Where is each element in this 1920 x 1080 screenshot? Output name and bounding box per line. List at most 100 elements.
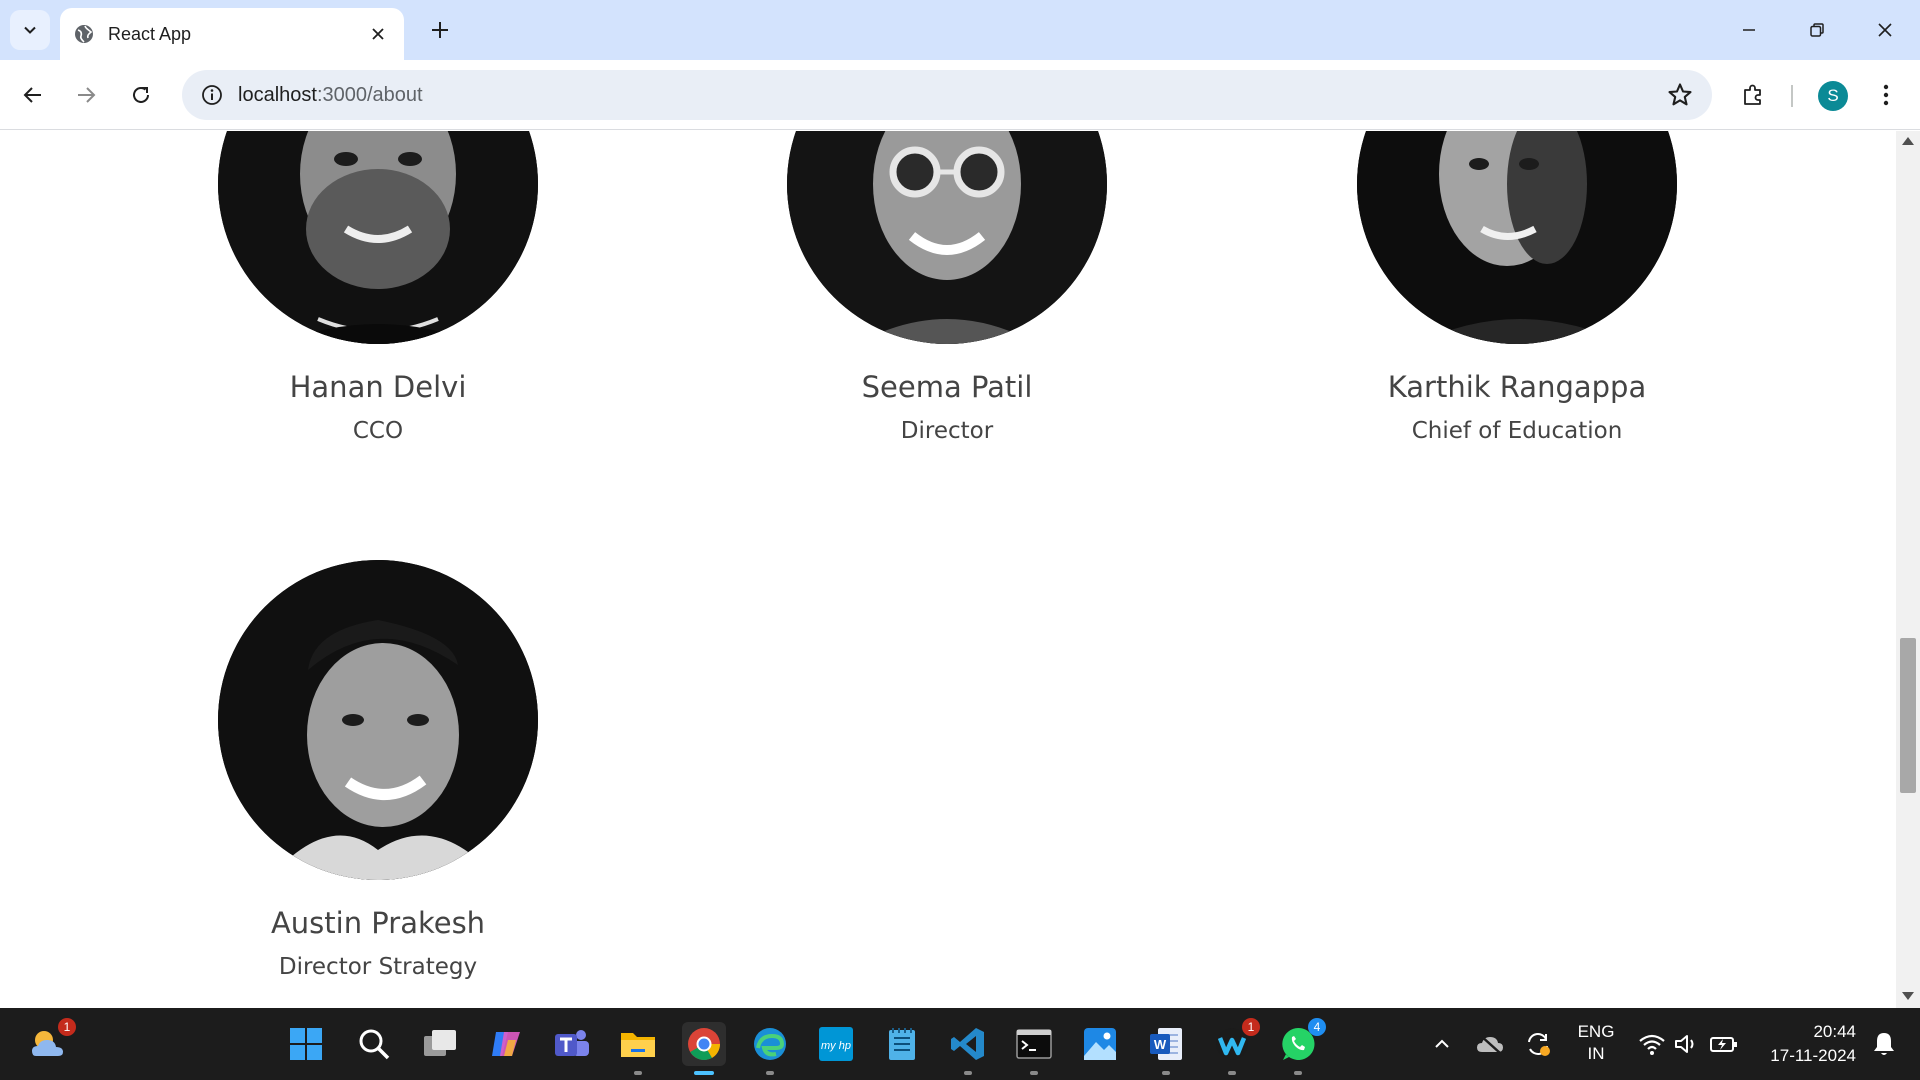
chevron-up-icon xyxy=(1435,1039,1449,1048)
running-indicator xyxy=(766,1071,774,1075)
globe-icon xyxy=(75,25,93,43)
arrow-left-icon xyxy=(23,87,41,103)
taskbar-app-edge[interactable] xyxy=(748,1022,792,1075)
page-scrollbar[interactable] xyxy=(1896,131,1920,1008)
member-name: Austin Prakesh xyxy=(270,906,486,940)
star-icon[interactable] xyxy=(1666,81,1694,109)
cloud-offline-icon xyxy=(1477,1034,1503,1054)
scrollbar-thumb[interactable] xyxy=(1900,638,1916,793)
start-button[interactable] xyxy=(284,1022,328,1066)
extensions-button[interactable] xyxy=(1735,77,1771,113)
scroll-down-arrow-icon[interactable] xyxy=(1902,992,1914,1000)
minimize-icon xyxy=(1743,29,1755,31)
restore-icon xyxy=(1810,23,1824,37)
browser-toolbar: localhost:3000/about S xyxy=(0,60,1920,130)
edge-icon xyxy=(754,1028,786,1060)
terminal-icon xyxy=(1016,1029,1052,1059)
forward-button[interactable] xyxy=(68,77,104,113)
url-path: :3000/about xyxy=(316,83,423,106)
battery-tray-icon[interactable] xyxy=(1702,1022,1746,1066)
onedrive-tray-icon[interactable] xyxy=(1468,1022,1512,1066)
taskbar-app-photos[interactable] xyxy=(1078,1022,1122,1066)
taskbar-app-notepad[interactable] xyxy=(880,1022,924,1066)
member-role: Chief of Education xyxy=(1411,418,1623,444)
member-role: Director xyxy=(900,418,994,444)
sync-tray-icon[interactable] xyxy=(1516,1022,1560,1066)
member-name: Seema Patil xyxy=(861,370,1033,404)
team-member-card: Austin Prakesh Director Strategy xyxy=(178,560,578,980)
reload-button[interactable] xyxy=(123,77,159,113)
browser-menu-button[interactable] xyxy=(1868,77,1904,113)
sync-icon xyxy=(1528,1033,1550,1056)
wifi-icon xyxy=(1639,1034,1665,1055)
url-text[interactable]: localhost:3000/about xyxy=(238,84,1666,107)
taskbar-app-word[interactable]: W xyxy=(1144,1022,1188,1075)
puzzle-icon xyxy=(1744,84,1761,105)
show-hidden-icons-button[interactable] xyxy=(1420,1022,1464,1066)
close-icon xyxy=(372,28,384,40)
browser-tab-active[interactable]: React App xyxy=(60,8,404,60)
hp-icon: my hp xyxy=(819,1027,853,1061)
taskbar-app-chrome[interactable] xyxy=(682,1022,726,1075)
running-indicator xyxy=(1228,1071,1236,1075)
member-photo xyxy=(218,560,538,880)
language-code: ENG xyxy=(1577,1022,1615,1041)
info-icon[interactable] xyxy=(200,83,224,107)
weather-widget[interactable]: 1 xyxy=(26,1018,76,1066)
task-view-button[interactable] xyxy=(418,1022,462,1066)
notepad-icon xyxy=(889,1028,915,1060)
team-member-card: Seema Patil Director xyxy=(747,131,1147,444)
back-button[interactable] xyxy=(15,77,51,113)
close-window-button[interactable] xyxy=(1860,10,1910,50)
windows-logo-icon xyxy=(290,1028,322,1060)
clock[interactable]: 20:44 17-11-2024 xyxy=(1756,1020,1856,1068)
minimize-button[interactable] xyxy=(1724,10,1774,50)
address-bar[interactable]: localhost:3000/about xyxy=(182,70,1712,120)
tab-title: React App xyxy=(108,23,192,44)
language-indicator[interactable]: ENG IN xyxy=(1568,1021,1624,1065)
member-role: CCO xyxy=(352,418,404,444)
restore-button[interactable] xyxy=(1792,10,1842,50)
vscode-icon xyxy=(951,1028,984,1060)
taskbar-app-webex[interactable]: 1 xyxy=(1210,1018,1260,1075)
member-photo xyxy=(1357,131,1677,344)
running-indicator xyxy=(964,1071,972,1075)
running-indicator xyxy=(1294,1071,1302,1075)
taskbar-app-copilot[interactable] xyxy=(484,1022,528,1066)
taskbar-app-whatsapp[interactable]: 4 xyxy=(1276,1018,1326,1075)
running-indicator xyxy=(634,1071,642,1075)
member-photo xyxy=(218,131,538,344)
taskbar-app-vscode[interactable] xyxy=(946,1022,990,1075)
team-member-card: Karthik Rangappa Chief of Education xyxy=(1317,131,1717,444)
scroll-up-arrow-icon[interactable] xyxy=(1902,137,1914,145)
portrait-image xyxy=(218,131,538,344)
taskbar-app-teams[interactable] xyxy=(550,1022,594,1066)
toolbar-separator xyxy=(1791,85,1793,107)
clock-date: 17-11-2024 xyxy=(1770,1046,1856,1065)
plus-icon xyxy=(432,22,448,38)
svg-text:my hp: my hp xyxy=(821,1040,851,1052)
member-name: Karthik Rangappa xyxy=(1387,370,1647,404)
webex-badge: 1 xyxy=(1242,1018,1260,1036)
tab-search-button[interactable] xyxy=(10,10,50,50)
tab-close-button[interactable] xyxy=(366,22,390,46)
taskbar: 1 my hp W 1 4 ENG IN 20:44 17-11-2024 xyxy=(0,1008,1920,1080)
taskbar-search-button[interactable] xyxy=(352,1022,396,1066)
new-tab-button[interactable] xyxy=(424,14,456,46)
taskbar-app-file-explorer[interactable] xyxy=(616,1022,660,1075)
profile-avatar[interactable]: S xyxy=(1818,81,1848,111)
weather-badge: 1 xyxy=(58,1018,76,1036)
folder-icon xyxy=(621,1033,655,1057)
close-icon xyxy=(1878,23,1892,37)
team-member-card: Hanan Delvi CCO xyxy=(178,131,578,444)
bell-icon xyxy=(1874,1033,1894,1055)
url-host: localhost xyxy=(238,83,317,106)
notifications-button[interactable] xyxy=(1862,1022,1906,1066)
taskbar-app-terminal[interactable] xyxy=(1012,1022,1056,1075)
region-code: IN xyxy=(1587,1044,1605,1063)
running-indicator xyxy=(1030,1071,1038,1075)
member-role: Director Strategy xyxy=(278,954,478,980)
taskbar-app-myhp[interactable]: my hp xyxy=(814,1022,858,1066)
browser-tab-bar: React App xyxy=(0,0,1920,60)
page-content: Hanan Delvi CCO Seema Patil Director Kar… xyxy=(0,131,1896,1008)
